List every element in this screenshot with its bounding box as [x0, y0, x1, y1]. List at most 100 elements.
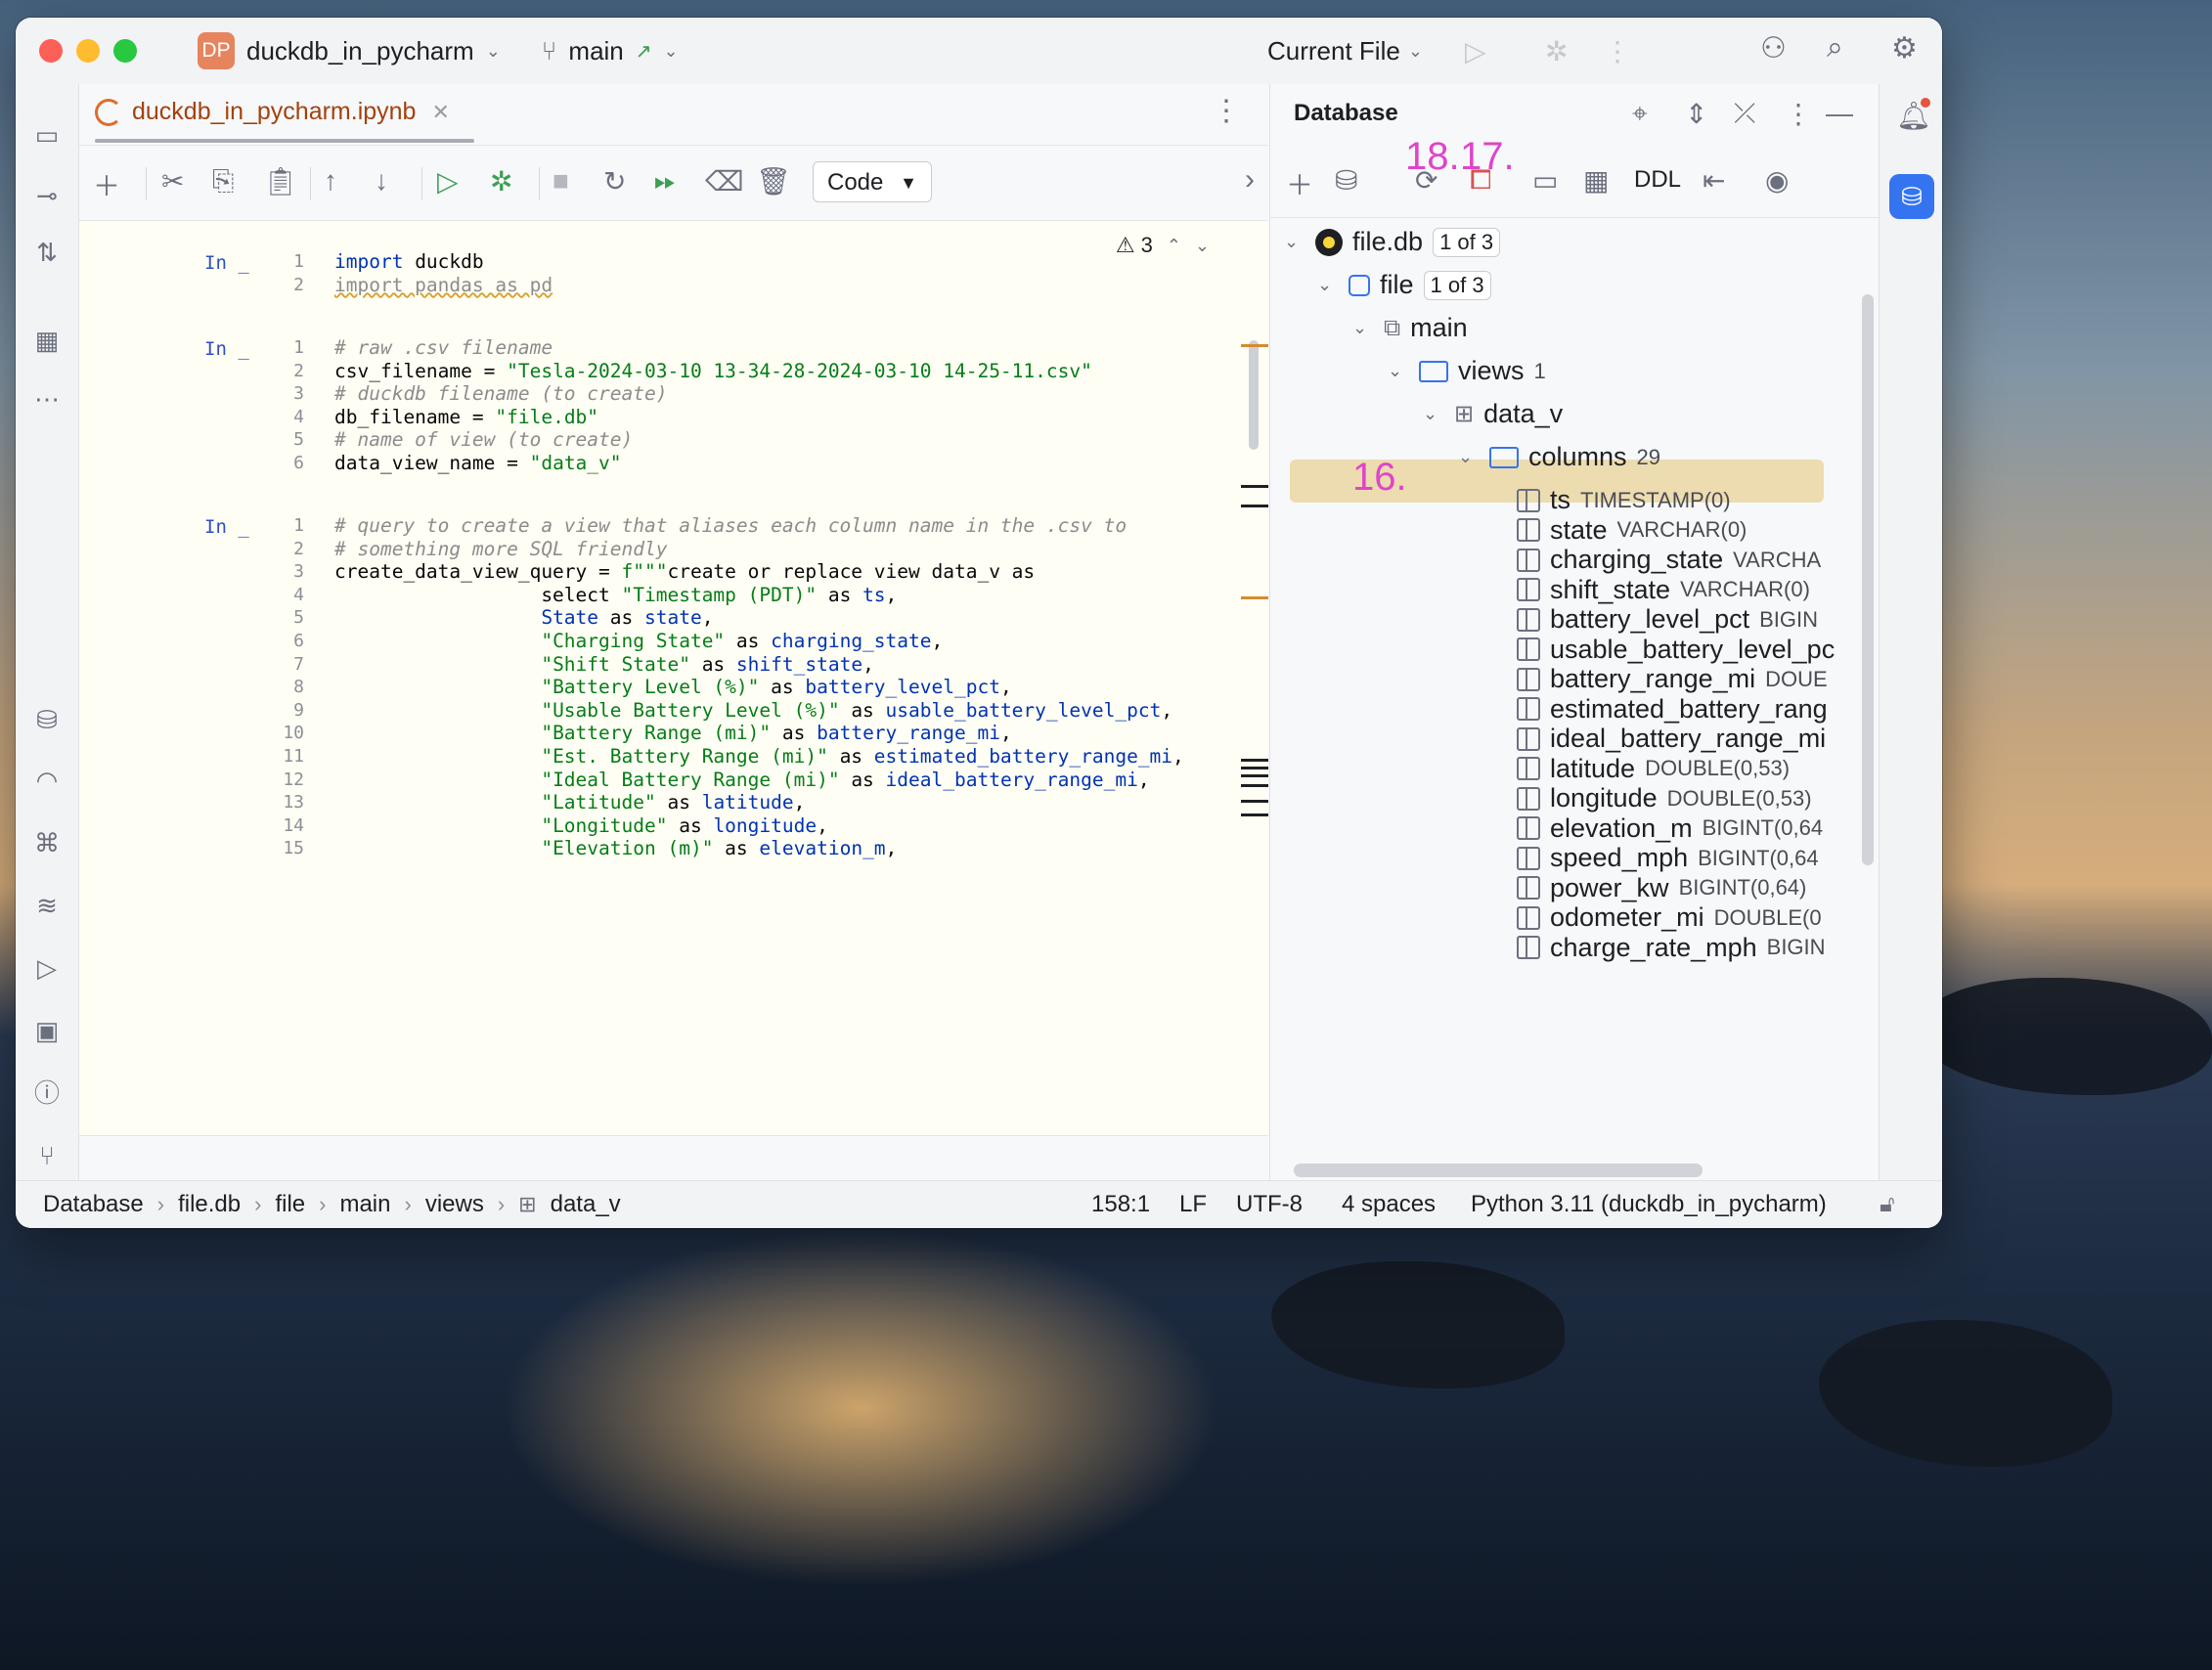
- branch-selector[interactable]: ⑂ main ↗ ⌄: [542, 36, 679, 66]
- breadcrumb-item[interactable]: views: [425, 1191, 484, 1218]
- services-icon[interactable]: ◠: [29, 763, 65, 798]
- code-line[interactable]: # raw .csv filename: [334, 336, 553, 359]
- tree-node-views[interactable]: ⌄ views 1: [1388, 356, 1546, 386]
- close-tab-icon[interactable]: ✕: [431, 100, 449, 125]
- view-options-icon[interactable]: ◉: [1765, 164, 1789, 197]
- add-datasource-icon[interactable]: ＋: [1286, 164, 1313, 203]
- code-line[interactable]: "Shift State" as shift_state,: [334, 653, 873, 676]
- add-user-icon[interactable]: ⚇: [1760, 31, 1787, 66]
- line-ending[interactable]: LF: [1179, 1191, 1207, 1218]
- code-line[interactable]: "Elevation (m)" as elevation_m,: [334, 837, 897, 859]
- code-line[interactable]: # something more SQL friendly: [334, 538, 667, 560]
- code-line[interactable]: import pandas as pd: [334, 274, 553, 296]
- code-line[interactable]: "Est. Battery Range (mi)" as estimated_b…: [334, 745, 1183, 768]
- tree-node-database[interactable]: ⌄ file.db 1 of 3: [1284, 227, 1501, 257]
- chevron-up-icon[interactable]: ⌃: [1167, 236, 1181, 256]
- chevron-down-icon[interactable]: ⌄: [1423, 404, 1444, 424]
- code-line[interactable]: "Battery Level (%)" as battery_level_pct…: [334, 676, 1011, 698]
- code-line[interactable]: "Battery Range (mi)" as battery_range_mi…: [334, 722, 1011, 744]
- database-vertical-scrollbar[interactable]: [1862, 294, 1874, 865]
- pull-requests-icon[interactable]: ⇅: [29, 235, 65, 270]
- code-line[interactable]: # name of view (to create): [334, 428, 633, 451]
- tree-node-column[interactable]: charging_state VARCHA: [1517, 545, 1821, 575]
- tree-node-column[interactable]: speed_mph BIGINT(0,64: [1517, 843, 1819, 873]
- editor-scrollbar[interactable]: [1249, 340, 1259, 450]
- run-configuration-selector[interactable]: Current File ⌄: [1267, 36, 1423, 66]
- code-line[interactable]: "Charging State" as charging_state,: [334, 630, 943, 652]
- tab-options-icon[interactable]: ⋮: [1212, 94, 1241, 128]
- code-line[interactable]: db_filename = "file.db": [334, 406, 598, 428]
- database-panel-toggle-icon[interactable]: ⛁: [1889, 174, 1934, 219]
- clear-outputs-icon[interactable]: ⌫: [705, 165, 744, 198]
- stop-icon[interactable]: ■: [553, 165, 569, 197]
- code-line[interactable]: "Latitude" as latitude,: [334, 791, 805, 813]
- tree-node-column[interactable]: battery_range_mi DOUE: [1517, 664, 1828, 694]
- options-icon[interactable]: ⋮: [1785, 98, 1812, 130]
- settings-gear-icon[interactable]: ⚙: [1891, 31, 1918, 66]
- copy-icon[interactable]: ⎘: [212, 165, 234, 198]
- code-line[interactable]: data_view_name = "data_v": [334, 452, 622, 474]
- run-cell-icon[interactable]: ▷: [437, 165, 459, 198]
- tree-node-column[interactable]: usable_battery_level_pc: [1517, 635, 1844, 665]
- tree-node-schema-root[interactable]: ⌄ file 1 of 3: [1317, 270, 1491, 300]
- cell-type-select[interactable]: Code ▼: [813, 161, 932, 202]
- code-line[interactable]: State as state,: [334, 606, 713, 629]
- problems-icon[interactable]: ⓘ: [29, 1076, 65, 1111]
- tree-node-column[interactable]: ts TIMESTAMP(0): [1517, 485, 1731, 515]
- database-tool-icon[interactable]: ⛁: [29, 702, 65, 737]
- move-down-icon[interactable]: ↓: [375, 165, 388, 197]
- jump-to-source-icon[interactable]: ⇤: [1703, 164, 1725, 197]
- breadcrumb-item[interactable]: file.db: [178, 1191, 241, 1218]
- paste-icon[interactable]: 📋︎: [263, 165, 298, 198]
- code-line[interactable]: select "Timestamp (PDT)" as ts,: [334, 584, 897, 606]
- add-cell-icon[interactable]: ＋: [93, 165, 120, 204]
- breadcrumb-item[interactable]: data_v: [551, 1191, 621, 1218]
- search-icon[interactable]: ⌕: [1827, 31, 1843, 65]
- tab-notebook[interactable]: duckdb_in_pycharm.ipynb ✕: [95, 98, 450, 126]
- terminal-icon[interactable]: ▣: [29, 1013, 65, 1048]
- cut-icon[interactable]: ✂: [161, 165, 184, 198]
- breadcrumb-item[interactable]: main: [339, 1191, 390, 1218]
- file-encoding[interactable]: UTF-8: [1236, 1191, 1303, 1218]
- commit-icon[interactable]: ⊸: [29, 178, 65, 213]
- tree-node-column[interactable]: ideal_battery_range_mi: [1517, 724, 1836, 754]
- locate-icon[interactable]: ⌖: [1632, 98, 1648, 130]
- close-window-button[interactable]: [39, 39, 63, 63]
- restart-kernel-icon[interactable]: ↻: [603, 165, 626, 198]
- more-actions-icon[interactable]: ⋮: [1604, 35, 1631, 67]
- more-tools-icon[interactable]: ⋯: [29, 381, 65, 417]
- minimize-window-button[interactable]: [76, 39, 100, 63]
- chevron-down-icon[interactable]: ⌄: [1388, 361, 1409, 381]
- project-selector[interactable]: DP duckdb_in_pycharm ⌄: [198, 32, 501, 69]
- expand-all-icon[interactable]: ⇕: [1685, 98, 1707, 130]
- breadcrumb-item[interactable]: Database: [43, 1191, 144, 1218]
- toolbar-overflow-icon[interactable]: ›: [1245, 163, 1255, 197]
- chevron-down-icon[interactable]: ⌄: [1317, 275, 1339, 295]
- database-horizontal-scrollbar[interactable]: [1294, 1164, 1703, 1177]
- database-badge[interactable]: 1 of 3: [1433, 227, 1501, 257]
- tree-node-view-data-v[interactable]: ⌄ ⊞ data_v: [1423, 399, 1563, 429]
- code-line[interactable]: # query to create a view that aliases ea…: [334, 514, 1127, 537]
- chevron-down-icon[interactable]: ⌄: [1195, 236, 1210, 256]
- tree-node-column[interactable]: state VARCHAR(0): [1517, 515, 1747, 546]
- code-line[interactable]: # duckdb filename (to create): [334, 382, 667, 405]
- debug-cell-icon[interactable]: ✲: [490, 165, 512, 198]
- tree-node-column[interactable]: elevation_m BIGINT(0,64: [1517, 813, 1823, 844]
- datasource-properties-icon[interactable]: ⛁: [1335, 164, 1357, 197]
- indent-setting[interactable]: 4 spaces: [1342, 1191, 1436, 1218]
- readonly-lock-icon[interactable]: 🔓︎: [1880, 1191, 1895, 1218]
- tree-node-column[interactable]: shift_state VARCHAR(0): [1517, 575, 1810, 605]
- chevron-down-icon[interactable]: ⌄: [1458, 447, 1480, 467]
- chevron-down-icon[interactable]: ⌄: [1284, 232, 1305, 252]
- debug-icon[interactable]: ✲: [1545, 35, 1568, 67]
- chevron-down-icon[interactable]: ⌄: [1352, 318, 1374, 338]
- schema-root-badge[interactable]: 1 of 3: [1423, 270, 1491, 300]
- zoom-window-button[interactable]: [113, 39, 137, 63]
- code-line[interactable]: csv_filename = "Tesla-2024-03-10 13-34-2…: [334, 360, 1092, 382]
- project-folder-icon[interactable]: ▭: [29, 117, 65, 153]
- git-icon[interactable]: ⑂: [29, 1138, 65, 1173]
- tree-node-column[interactable]: battery_level_pct BIGIN: [1517, 604, 1818, 635]
- tree-node-column[interactable]: power_kw BIGINT(0,64): [1517, 873, 1806, 903]
- caret-position[interactable]: 158:1: [1091, 1191, 1150, 1218]
- inspection-widget[interactable]: ⚠ 3 ⌃ ⌄: [1116, 233, 1210, 258]
